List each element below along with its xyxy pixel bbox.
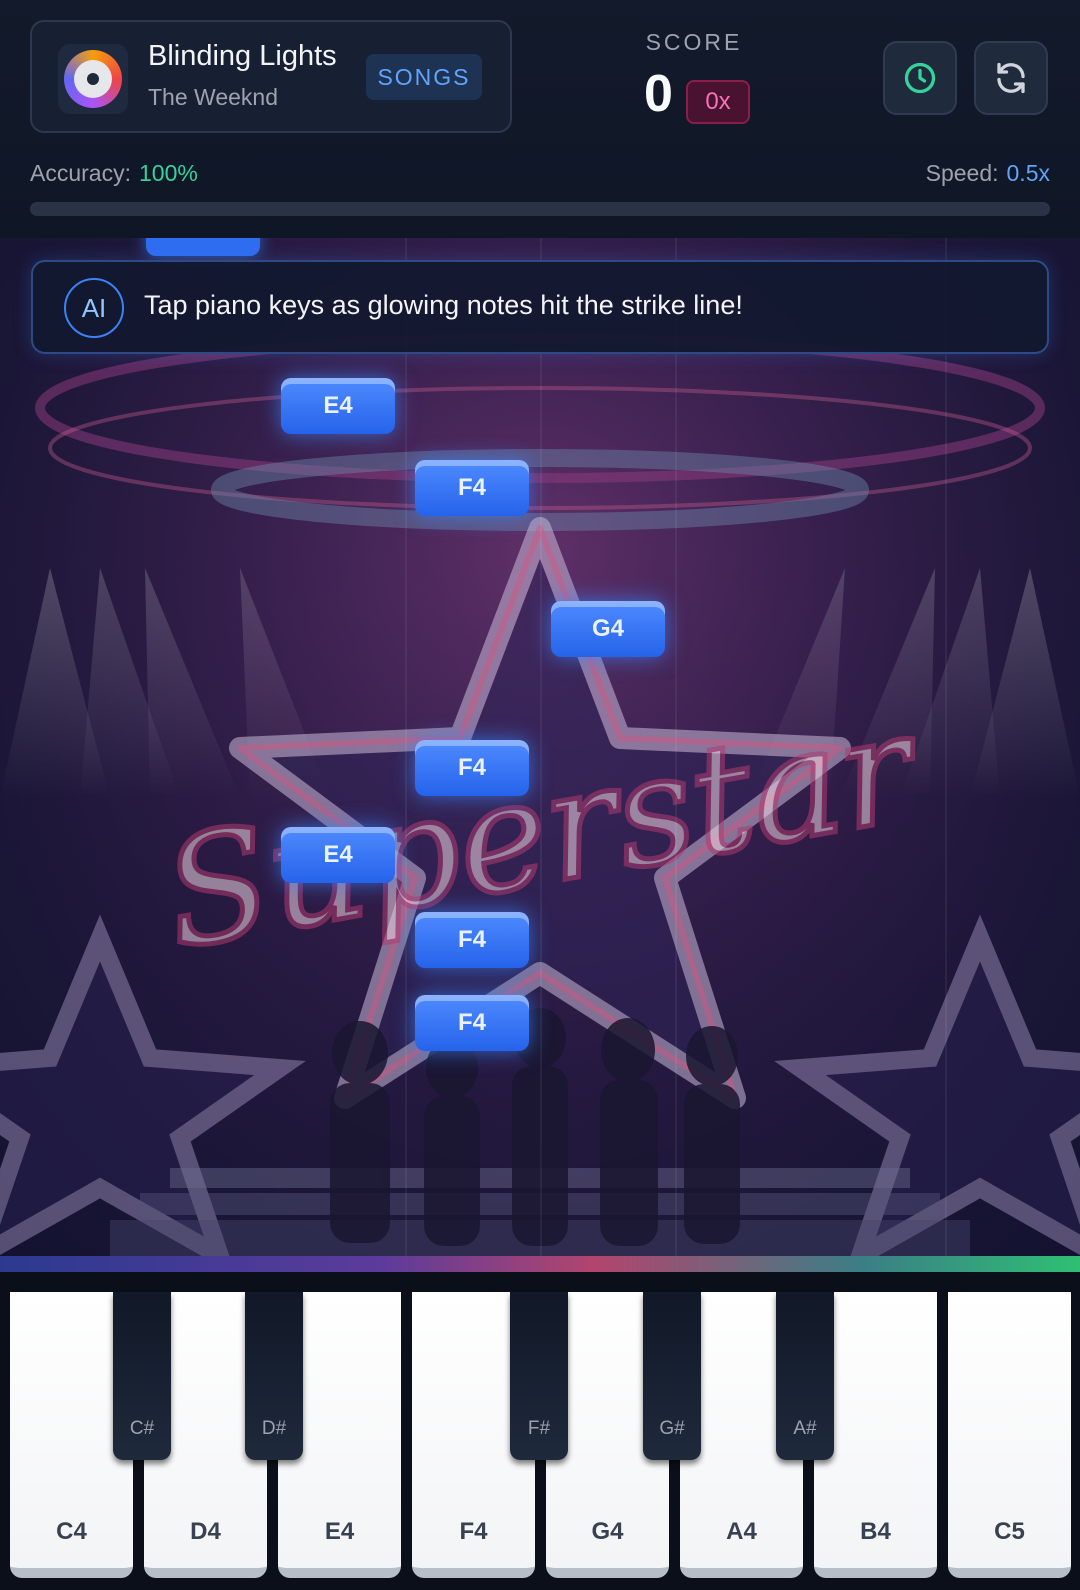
key-label: F4 bbox=[459, 1518, 488, 1545]
piano-key-c-sharp[interactable]: C# bbox=[113, 1292, 171, 1460]
accuracy-stat: Accuracy: 100% bbox=[30, 160, 198, 187]
key-label: C4 bbox=[56, 1518, 87, 1545]
falling-note-partial bbox=[146, 238, 260, 256]
speed-stat: Speed: 0.5x bbox=[926, 160, 1050, 187]
accuracy-value: 100% bbox=[138, 160, 198, 186]
key-label: A# bbox=[793, 1418, 817, 1439]
lane-divider bbox=[945, 238, 947, 1256]
key-label: D# bbox=[261, 1418, 287, 1439]
key-label: E4 bbox=[324, 1518, 355, 1545]
lane-divider bbox=[675, 238, 677, 1256]
songs-button[interactable]: SONGS bbox=[366, 54, 482, 100]
key-label: G4 bbox=[591, 1518, 624, 1545]
key-label: D4 bbox=[190, 1518, 221, 1545]
piano-key-f-sharp[interactable]: F# bbox=[510, 1292, 568, 1460]
lane-divider bbox=[540, 238, 542, 1256]
key-label: F# bbox=[527, 1418, 551, 1439]
falling-note-f4[interactable]: F4 bbox=[415, 995, 529, 1051]
song-title: Blinding Lights bbox=[148, 40, 337, 72]
score-value: 0 bbox=[644, 65, 673, 123]
falling-note-f4[interactable]: F4 bbox=[415, 912, 529, 968]
accuracy-label: Accuracy: bbox=[30, 160, 131, 186]
history-button[interactable] bbox=[883, 41, 957, 115]
key-label: C# bbox=[129, 1418, 155, 1439]
restart-button[interactable] bbox=[974, 41, 1048, 115]
key-label: B4 bbox=[860, 1518, 891, 1545]
note-highway: Superstar E4 F4 G4 F4 E4 F4 F4 AI Tap pi… bbox=[0, 238, 1080, 1256]
ai-hint-banner: AI Tap piano keys as glowing notes hit t… bbox=[31, 260, 1049, 354]
song-progress-bar bbox=[30, 202, 1050, 216]
key-label: C5 bbox=[994, 1518, 1025, 1545]
falling-note-e4[interactable]: E4 bbox=[281, 378, 395, 434]
piano-keyboard: C4 D4 E4 F4 G4 A4 B4 C5 C# D# F# G# A# bbox=[0, 1272, 1080, 1590]
ai-badge: AI bbox=[64, 278, 124, 338]
falling-note-e4[interactable]: E4 bbox=[281, 827, 395, 883]
vinyl-disc-icon bbox=[58, 44, 128, 114]
refresh-icon bbox=[997, 62, 1025, 94]
key-label: G# bbox=[659, 1418, 685, 1439]
lane-divider bbox=[405, 238, 407, 1256]
piano-key-a-sharp[interactable]: A# bbox=[776, 1292, 834, 1460]
game-header: Blinding Lights The Weeknd SONGS SCORE 0… bbox=[0, 0, 1080, 238]
piano-key-d-sharp[interactable]: D# bbox=[245, 1292, 303, 1460]
piano-key-c5[interactable]: C5 bbox=[948, 1292, 1071, 1578]
speed-label: Speed: bbox=[925, 160, 999, 186]
falling-note-f4[interactable]: F4 bbox=[415, 460, 529, 516]
strike-line bbox=[0, 1256, 1080, 1272]
combo-badge: 0x bbox=[686, 80, 750, 124]
song-artist: The Weeknd bbox=[148, 84, 278, 110]
falling-note-f4[interactable]: F4 bbox=[415, 740, 529, 796]
score-label: SCORE bbox=[645, 29, 743, 55]
falling-note-g4[interactable]: G4 bbox=[551, 601, 665, 657]
ai-hint-text: Tap piano keys as glowing notes hit the … bbox=[144, 290, 743, 320]
clock-icon bbox=[904, 62, 936, 94]
song-card: Blinding Lights The Weeknd SONGS bbox=[30, 20, 512, 133]
piano-key-g-sharp[interactable]: G# bbox=[643, 1292, 701, 1460]
key-label: A4 bbox=[726, 1518, 757, 1545]
speed-value: 0.5x bbox=[1006, 160, 1050, 186]
